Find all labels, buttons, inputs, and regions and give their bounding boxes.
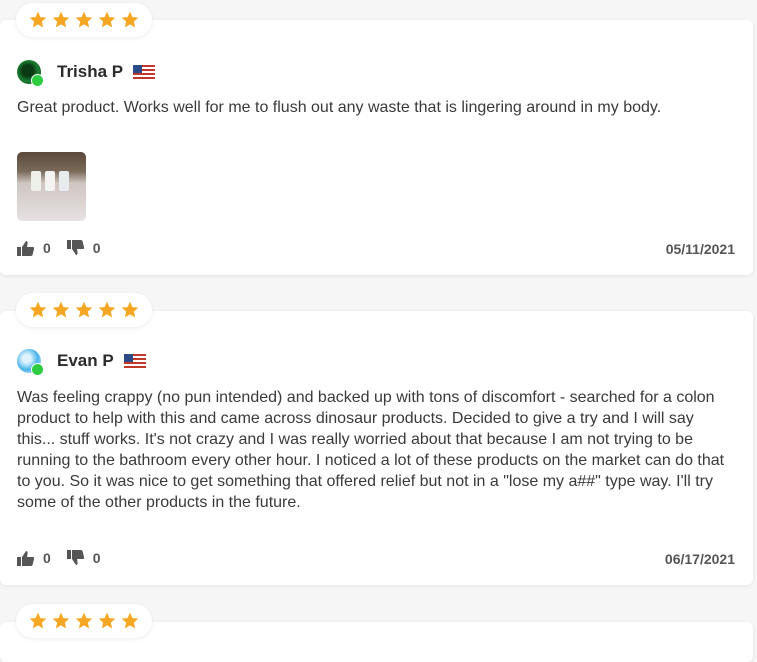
rating-stars bbox=[16, 293, 152, 327]
review-votes: 0 0 bbox=[17, 240, 117, 256]
star-icon bbox=[75, 301, 93, 318]
rating-stars bbox=[16, 604, 152, 638]
star-icon bbox=[29, 612, 47, 629]
us-flag-icon bbox=[123, 354, 146, 368]
review-date: 05/11/2021 bbox=[665, 241, 735, 257]
verified-icon bbox=[31, 74, 44, 87]
verified-icon bbox=[31, 363, 44, 376]
star-icon bbox=[75, 612, 93, 629]
author-name: Trisha P bbox=[57, 62, 124, 81]
like-count: 0 bbox=[43, 240, 51, 256]
star-icon bbox=[121, 612, 139, 629]
thumbs-up-icon[interactable] bbox=[17, 550, 35, 566]
like-count: 0 bbox=[43, 550, 51, 566]
avatar bbox=[17, 349, 44, 376]
star-icon bbox=[52, 11, 70, 28]
dislike-count: 0 bbox=[92, 240, 101, 256]
star-icon bbox=[98, 11, 116, 28]
thumbs-down-icon[interactable] bbox=[66, 240, 85, 256]
avatar bbox=[17, 60, 44, 87]
star-icon bbox=[52, 612, 70, 629]
thumbs-up-icon[interactable] bbox=[17, 240, 35, 256]
review-card bbox=[0, 20, 753, 275]
review-text: Great product. Works well for me to flus… bbox=[17, 99, 662, 116]
star-icon bbox=[98, 301, 116, 318]
star-icon bbox=[121, 11, 139, 28]
thumbs-down-icon[interactable] bbox=[66, 550, 85, 566]
review-photo[interactable] bbox=[17, 152, 86, 221]
star-icon bbox=[75, 11, 93, 28]
author-name: Evan P bbox=[57, 351, 114, 370]
review-date: 06/17/2021 bbox=[664, 551, 735, 567]
star-icon bbox=[121, 301, 139, 318]
dislike-count: 0 bbox=[92, 550, 101, 566]
us-flag-icon bbox=[133, 65, 156, 79]
star-icon bbox=[29, 11, 47, 28]
star-icon bbox=[29, 301, 47, 318]
review-text: Was feeling crappy (no pun intended) and… bbox=[17, 389, 725, 511]
review-author: Trisha P bbox=[17, 60, 156, 87]
review-author: Evan P bbox=[17, 349, 146, 376]
star-icon bbox=[52, 301, 70, 318]
review-votes: 0 0 bbox=[17, 550, 117, 566]
rating-stars bbox=[16, 3, 152, 37]
star-icon bbox=[98, 612, 116, 629]
